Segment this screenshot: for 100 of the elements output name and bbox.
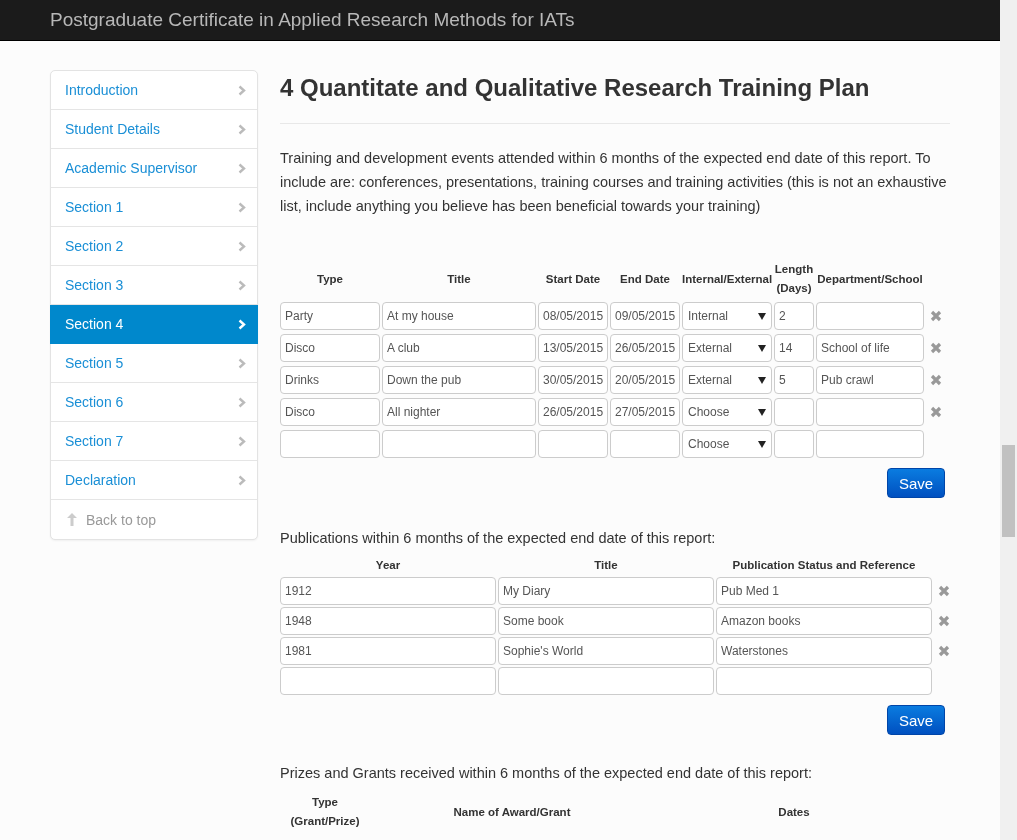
input-field[interactable]: At my house xyxy=(382,302,536,330)
scrollbar-thumb[interactable] xyxy=(1002,445,1015,537)
input-field[interactable] xyxy=(280,430,380,458)
prizes-intro: Prizes and Grants received within 6 months of the expected end date of this report: xyxy=(280,764,813,783)
scrollbar[interactable] xyxy=(1000,0,1017,840)
input-field[interactable]: 08/05/2015 xyxy=(538,302,608,330)
input-field[interactable] xyxy=(774,430,814,458)
sidebar-item[interactable]: Student Details xyxy=(51,110,257,149)
input-field[interactable] xyxy=(816,302,924,330)
column-header: Title xyxy=(593,558,619,573)
remove-icon[interactable] xyxy=(938,615,950,627)
remove-icon[interactable] xyxy=(930,310,942,322)
column-header: Title xyxy=(446,271,472,287)
input-field[interactable] xyxy=(382,430,536,458)
input-field[interactable]: 27/05/2015 xyxy=(610,398,680,426)
column-header: Length (Days) xyxy=(774,262,814,296)
page-heading: 4 Quantitate and Qualitative Research Training Plan xyxy=(280,74,871,102)
arrow-up-icon xyxy=(67,513,77,526)
select-field[interactable]: Choose xyxy=(682,430,772,458)
input-field[interactable]: Down the pub xyxy=(382,366,536,394)
chevron-right-icon xyxy=(238,357,246,369)
select-field[interactable]: Choose xyxy=(682,398,772,426)
input-field[interactable]: 30/05/2015 xyxy=(538,366,608,394)
remove-icon[interactable] xyxy=(930,374,942,386)
chevron-right-icon xyxy=(238,474,246,486)
chevron-right-icon xyxy=(238,396,246,408)
input-field[interactable]: 5 xyxy=(774,366,814,394)
remove-icon[interactable] xyxy=(938,585,950,597)
input-field[interactable]: My Diary xyxy=(498,577,714,605)
column-header: Type xyxy=(316,271,344,287)
intro-paragraph: Training and development events attended within 6 months of the expected end date of this report. To include are: conferences, presentations, training courses and training activities (this is not an exhaustive list, include anything you believe has been beneficial towards your training) xyxy=(280,149,948,216)
input-field[interactable]: 09/05/2015 xyxy=(610,302,680,330)
chevron-right-icon xyxy=(238,162,246,174)
input-field[interactable] xyxy=(538,430,608,458)
input-field[interactable]: 1981 xyxy=(280,637,496,665)
column-header: End Date xyxy=(619,271,671,287)
input-field[interactable]: 2 xyxy=(774,302,814,330)
site-title[interactable]: Postgraduate Certificate in Applied Research Methods for IATs xyxy=(50,9,575,31)
column-header: Name of Award/Grant xyxy=(452,804,572,820)
input-field[interactable]: A club xyxy=(382,334,536,362)
input-field[interactable]: 20/05/2015 xyxy=(610,366,680,394)
chevron-right-icon xyxy=(238,240,246,252)
chevron-right-icon xyxy=(238,435,246,447)
input-field[interactable]: Amazon books xyxy=(716,607,932,635)
column-header: Year xyxy=(374,558,402,573)
input-field[interactable]: 13/05/2015 xyxy=(538,334,608,362)
input-field[interactable]: Waterstones xyxy=(716,637,932,665)
input-field[interactable]: Disco xyxy=(280,398,380,426)
input-field[interactable]: Pub Med 1 xyxy=(716,577,932,605)
input-field[interactable]: School of life xyxy=(816,334,924,362)
chevron-right-icon xyxy=(238,123,246,135)
input-field[interactable]: 26/05/2015 xyxy=(538,398,608,426)
sidebar-item[interactable]: Section 2 xyxy=(51,227,257,266)
publications-intro: Publications within 6 months of the expected end date of this report: xyxy=(280,529,717,548)
input-field[interactable] xyxy=(280,667,496,695)
input-field[interactable]: Party xyxy=(280,302,380,330)
sidebar-item[interactable]: Section 4 xyxy=(50,305,258,344)
sidebar-item[interactable]: Declaration xyxy=(51,461,257,500)
input-field[interactable] xyxy=(610,430,680,458)
sidebar-item[interactable]: Section 1 xyxy=(51,188,257,227)
input-field[interactable] xyxy=(716,667,932,695)
chevron-right-icon xyxy=(238,201,246,213)
sidebar-item[interactable]: Section 5 xyxy=(51,344,257,383)
input-field[interactable]: Some book xyxy=(498,607,714,635)
input-field[interactable]: Disco xyxy=(280,334,380,362)
chevron-right-icon xyxy=(238,279,246,291)
remove-icon[interactable] xyxy=(930,406,942,418)
input-field[interactable]: 1912 xyxy=(280,577,496,605)
input-field[interactable]: 1948 xyxy=(280,607,496,635)
caret-icon xyxy=(758,376,766,384)
sidebar-item[interactable]: Section 6 xyxy=(51,383,257,422)
input-field[interactable] xyxy=(816,430,924,458)
input-field[interactable]: 26/05/2015 xyxy=(610,334,680,362)
input-field[interactable] xyxy=(774,398,814,426)
input-field[interactable]: Sophie's World xyxy=(498,637,714,665)
select-field[interactable]: Internal xyxy=(682,302,772,330)
column-header: Department/School xyxy=(816,271,924,287)
input-field[interactable]: 14 xyxy=(774,334,814,362)
save-button[interactable]: Save xyxy=(887,705,945,735)
column-header: Dates xyxy=(777,804,811,820)
caret-icon xyxy=(758,344,766,352)
input-field[interactable]: All nighter xyxy=(382,398,536,426)
input-field[interactable]: Pub crawl xyxy=(816,366,924,394)
remove-icon[interactable] xyxy=(938,645,950,657)
input-field[interactable] xyxy=(816,398,924,426)
column-header: Start Date xyxy=(544,271,602,287)
save-button[interactable]: Save xyxy=(887,468,945,498)
remove-icon[interactable] xyxy=(930,342,942,354)
caret-icon xyxy=(758,312,766,320)
select-field[interactable]: External xyxy=(682,334,772,362)
chevron-right-icon xyxy=(238,84,246,96)
sidebar-item[interactable]: Academic Supervisor xyxy=(51,149,257,188)
select-field[interactable]: External xyxy=(682,366,772,394)
sidebar-item[interactable]: Introduction xyxy=(51,71,257,110)
chevron-right-icon xyxy=(238,318,246,330)
column-header: Type (Grant/Prize) xyxy=(289,795,361,829)
input-field[interactable]: Drinks xyxy=(280,366,380,394)
sidebar-item[interactable]: Section 7 xyxy=(51,422,257,461)
input-field[interactable] xyxy=(498,667,714,695)
column-header: Publication Status and Reference xyxy=(731,558,917,573)
